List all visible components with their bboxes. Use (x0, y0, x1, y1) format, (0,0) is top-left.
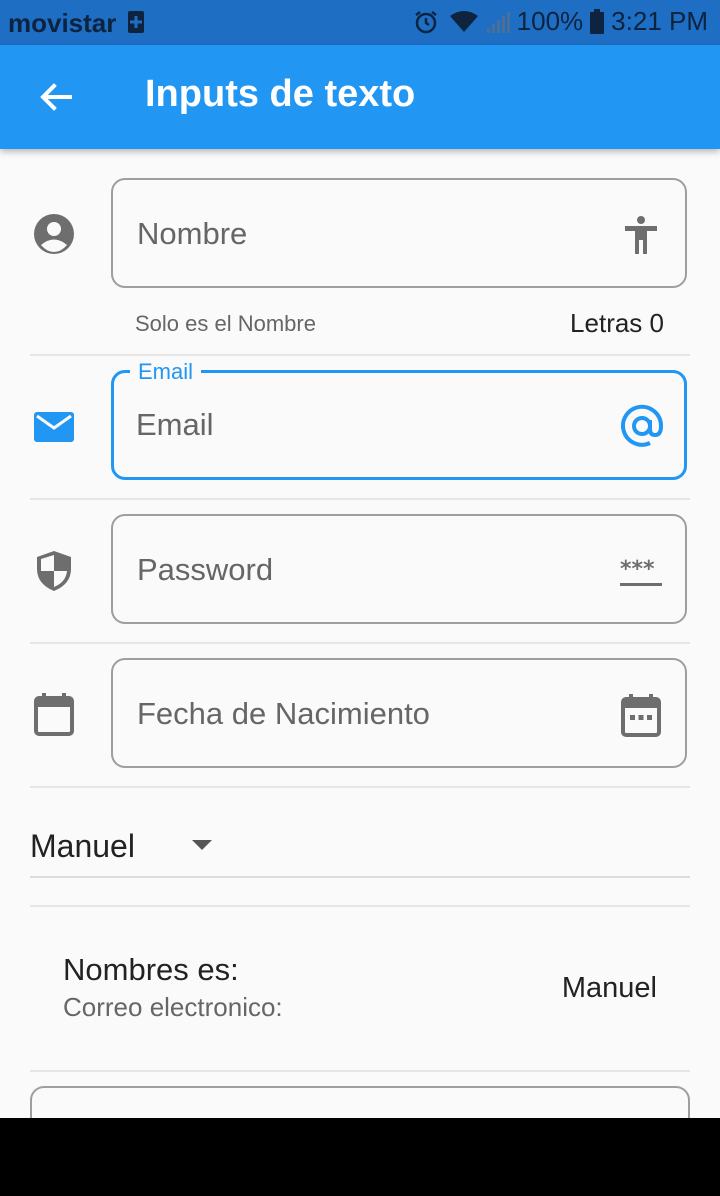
battery-icon (590, 8, 605, 34)
divider (30, 1070, 690, 1072)
divider (30, 498, 690, 500)
summary-title: Nombres es: (63, 952, 239, 987)
carrier-name: movistar (8, 8, 117, 38)
email-placeholder: Email (136, 407, 214, 442)
nombre-helper-text: Solo es el Nombre (135, 311, 316, 336)
back-arrow-icon[interactable] (36, 77, 76, 117)
divider (30, 354, 690, 356)
account-circle-icon (34, 214, 74, 254)
email-icon (34, 412, 74, 442)
security-shield-icon (37, 551, 71, 591)
app-bar: Inputs de texto (0, 45, 720, 149)
page-title: Inputs de texto (145, 73, 416, 115)
password-input[interactable]: Password *** (111, 514, 687, 624)
nombre-counter: Letras 0 (570, 308, 664, 338)
summary-subtitle: Correo electronico: (63, 992, 283, 1022)
fecha-placeholder: Fecha de Nacimiento (137, 696, 430, 731)
signal-icon (486, 11, 510, 33)
svg-text:***: *** (620, 557, 655, 582)
password-placeholder: Password (137, 552, 274, 587)
divider (30, 905, 690, 907)
alarm-icon (414, 10, 437, 33)
dropdown-arrow-icon (192, 840, 212, 850)
divider (30, 786, 690, 788)
system-navigation-bar (0, 1118, 720, 1196)
nombre-dropdown[interactable]: Manuel (30, 820, 690, 878)
date-range-icon[interactable] (619, 693, 663, 737)
status-icons: 100% 3:21 PM (413, 6, 708, 37)
at-sign-icon (621, 404, 664, 447)
sim-icon (128, 11, 144, 33)
status-bar: movistar 100% 3:21 PM (0, 0, 720, 45)
accessibility-icon (625, 216, 657, 254)
email-floating-label: Email (130, 359, 202, 385)
nombre-placeholder: Nombre (137, 216, 248, 251)
summary-value: Manuel (561, 972, 657, 1004)
password-dots-icon: *** (620, 557, 662, 586)
wifi-icon (449, 10, 478, 32)
divider (30, 642, 690, 644)
battery-percent: 100% (516, 6, 584, 36)
calendar-icon (34, 693, 74, 736)
dropdown-selected-value: Manuel (30, 828, 135, 864)
email-input[interactable]: Email Email (111, 359, 687, 480)
clock: 3:21 PM (611, 6, 708, 36)
fecha-nacimiento-input[interactable]: Fecha de Nacimiento (111, 658, 687, 768)
nombre-input[interactable]: Nombre (111, 178, 687, 288)
